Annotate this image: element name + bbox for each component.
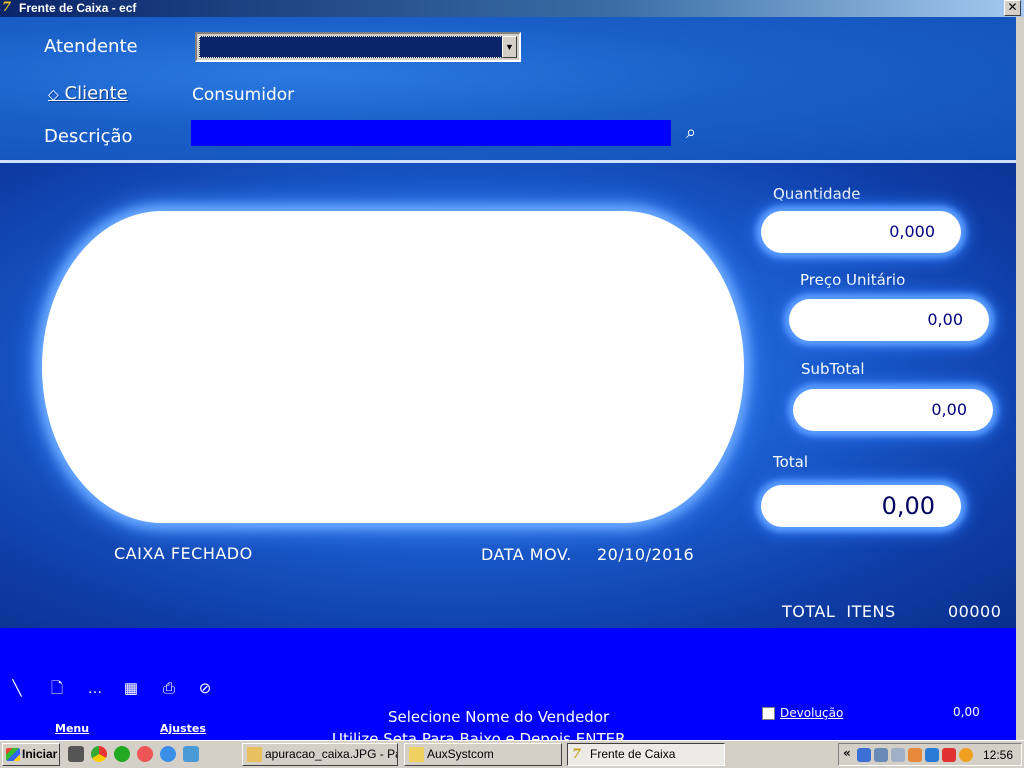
tray-icon-7[interactable]: [959, 748, 973, 762]
total-field: 0,00: [761, 485, 961, 527]
main-panel: Quantidade 0,000 Preço Unitário 0,00 Sub…: [0, 163, 1016, 628]
tray-expand-icon[interactable]: «: [843, 746, 851, 760]
calculator-icon[interactable]: ▦: [122, 680, 140, 698]
data-mov-value: 20/10/2016: [597, 545, 695, 564]
bottom-toolbar: ╲ 🗋 … ▦ ⎙ ⊘ Menu Ajustes Selecione Nome …: [0, 628, 1016, 740]
red-app-icon[interactable]: [137, 746, 153, 762]
start-label: Iniciar: [22, 747, 58, 761]
app-icon: 7: [2, 0, 12, 15]
folder-icon: [409, 747, 424, 762]
task-paint-label: apuracao_caixa.JPG - Paint: [265, 747, 397, 761]
devolucao-checkbox[interactable]: [762, 707, 775, 720]
system-tray: « 12:56: [838, 743, 1022, 766]
app-icon-task: 7: [572, 747, 582, 762]
quantidade-label: Quantidade: [773, 185, 861, 203]
subtotal-label: SubTotal: [801, 360, 865, 378]
cliente-value: Consumidor: [192, 85, 295, 105]
paint-icon: [247, 747, 262, 762]
item-list-display[interactable]: [42, 211, 744, 523]
taskbar: Iniciar apuracao_caixa.JPG - Paint AuxSy…: [0, 740, 1024, 768]
atendente-select[interactable]: ▼: [195, 32, 521, 62]
pen-icon[interactable]: ╲: [8, 680, 26, 698]
cancel-icon[interactable]: ⊘: [196, 680, 214, 698]
descricao-label: Descrição: [44, 126, 133, 147]
cliente-button[interactable]: ◇ Cliente: [48, 83, 128, 104]
printer-quick-icon[interactable]: [68, 746, 84, 762]
tray-icon-1[interactable]: [857, 748, 871, 762]
task-frente-caixa[interactable]: 7 Frente de Caixa: [567, 743, 725, 766]
atendente-label: Atendente: [44, 36, 138, 57]
devolucao-label[interactable]: Devolução: [780, 706, 843, 720]
task-frente-caixa-label: Frente de Caixa: [590, 747, 676, 761]
subtotal-field[interactable]: 0,00: [793, 389, 993, 431]
descricao-input[interactable]: [191, 120, 671, 146]
window-title: Frente de Caixa - ecf: [19, 1, 137, 15]
status-message-secondary: Utilize Seta Para Baixo e Depois ENTER: [332, 730, 626, 740]
caixa-status: CAIXA FECHADO: [114, 544, 253, 563]
total-itens-value: 00000: [948, 602, 1002, 621]
header-panel: Atendente ▼ ◇ Cliente Consumidor Descriç…: [0, 17, 1016, 160]
total-label: Total: [773, 453, 809, 471]
title-bar: 7 Frente de Caixa - ecf ✕: [0, 0, 1024, 17]
atendente-select-value: [199, 36, 503, 58]
window-border: [1016, 17, 1024, 740]
search-icon[interactable]: ⌕: [686, 122, 696, 143]
ellipsis-icon[interactable]: …: [86, 680, 104, 698]
data-mov-label: DATA MOV.: [481, 545, 572, 564]
tray-icon-2[interactable]: [874, 748, 888, 762]
menu-label[interactable]: Menu: [55, 722, 89, 735]
chrome-icon[interactable]: [91, 746, 107, 762]
task-auxsystcom[interactable]: AuxSystcom: [404, 743, 562, 766]
windows-logo-icon: [6, 748, 20, 761]
start-button[interactable]: Iniciar: [2, 743, 60, 766]
devolucao-value: 0,00: [953, 705, 980, 719]
task-paint[interactable]: apuracao_caixa.JPG - Paint: [242, 743, 398, 766]
tray-icon-3[interactable]: [891, 748, 905, 762]
diamond-icon: ◇: [48, 87, 59, 103]
task-auxsystcom-label: AuxSystcom: [427, 747, 494, 761]
green-app-icon[interactable]: [114, 746, 130, 762]
cliente-label: Cliente: [64, 83, 128, 104]
preco-unitario-label: Preço Unitário: [800, 271, 906, 289]
clock: 12:56: [982, 748, 1013, 762]
tray-icon-4[interactable]: [908, 748, 922, 762]
new-document-icon[interactable]: 🗋: [48, 680, 66, 698]
preco-unitario-field[interactable]: 0,00: [789, 299, 989, 341]
ajustes-label[interactable]: Ajustes: [160, 722, 206, 735]
printer-icon[interactable]: ⎙: [160, 680, 178, 698]
internet-explorer-icon[interactable]: [160, 746, 176, 762]
tray-icon-6[interactable]: [942, 748, 956, 762]
quantidade-field[interactable]: 0,000: [761, 211, 961, 253]
app-quick-icon[interactable]: [183, 746, 199, 762]
total-itens-label: TOTAL ITENS: [782, 602, 896, 621]
chevron-down-icon[interactable]: ▼: [502, 36, 517, 58]
status-message: Selecione Nome do Vendedor: [388, 708, 610, 726]
close-button[interactable]: ✕: [1004, 0, 1021, 16]
tray-icon-5[interactable]: [925, 748, 939, 762]
